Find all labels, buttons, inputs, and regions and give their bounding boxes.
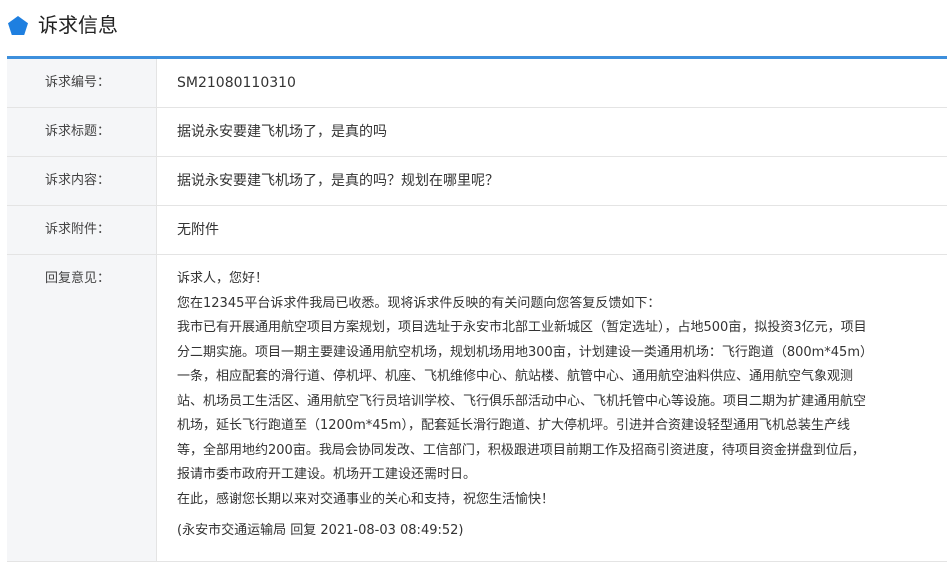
reply-label: 回复意见：	[7, 255, 157, 561]
appeal-title-label: 诉求标题：	[7, 108, 157, 156]
reply-signature: (永安市交通运输局 回复 2021-08-03 08:49:52)	[177, 523, 464, 538]
row-appeal-attachment: 诉求附件： 无附件	[7, 206, 947, 255]
appeal-number-value: SM21080110310	[177, 75, 296, 91]
row-reply: 回复意见： 诉求人，您好！ 您在12345平台诉求件我局已收悉。现将诉求件反映的…	[7, 255, 947, 562]
section-header: 诉求信息	[0, 0, 952, 52]
reply-line: 分二期实施。项目一期主要建设通用航空机场，规划机场用地300亩，计划建设一类通用…	[177, 344, 873, 360]
appeal-title-value: 据说永安要建飞机场了，是真的吗	[177, 124, 387, 140]
reply-line: 等，全部用地约200亩。我局会协同发改、工信部门，积极跟进项目前期工作及招商引资…	[177, 442, 865, 458]
row-appeal-content: 诉求内容： 据说永安要建飞机场了，是真的吗？规划在哪里呢？	[7, 157, 947, 206]
reply-line: 在此，感谢您长期以来对交通事业的关心和支持，祝您生活愉快！	[177, 491, 555, 507]
row-appeal-number: 诉求编号： SM21080110310	[7, 59, 947, 108]
reply-line: 我市已有开展通用航空项目方案规划，项目选址于永安市北部工业新城区（暂定选址），占…	[177, 320, 867, 335]
reply-line: 诉求人，您好！	[177, 271, 269, 286]
section-title: 诉求信息	[38, 13, 118, 37]
appeal-info-table: 诉求编号： SM21080110310 诉求标题： 据说永安要建飞机场了，是真的…	[7, 56, 947, 562]
pentagon-icon	[8, 16, 28, 35]
appeal-content-value: 据说永安要建飞机场了，是真的吗？规划在哪里呢？	[177, 173, 499, 189]
appeal-content-label: 诉求内容：	[7, 157, 157, 205]
appeal-number-label: 诉求编号：	[7, 59, 157, 107]
reply-line: 站、机场员工生活区、通用航空飞行员培训学校、飞行俱乐部活动中心、飞机托管中心等设…	[177, 393, 867, 409]
reply-line: 报请市委市政府开工建设。机场开工建设还需时日。	[177, 467, 477, 482]
reply-line: 一条，相应配套的滑行道、停机坪、机座、飞机维修中心、航站楼、航管中心、通用航空油…	[177, 369, 854, 384]
appeal-attachment-value: 无附件	[177, 222, 219, 238]
row-appeal-title: 诉求标题： 据说永安要建飞机场了，是真的吗	[7, 108, 947, 157]
appeal-attachment-label: 诉求附件：	[7, 206, 157, 254]
reply-line: 您在12345平台诉求件我局已收悉。现将诉求件反映的有关问题向您答复反馈如下：	[177, 295, 661, 311]
reply-content: 诉求人，您好！ 您在12345平台诉求件我局已收悉。现将诉求件反映的有关问题向您…	[157, 255, 947, 561]
reply-line: 机场，延长飞行跑道至（1200m*45m），配套延长滑行跑道、扩大停机坪。引进并…	[177, 418, 850, 433]
